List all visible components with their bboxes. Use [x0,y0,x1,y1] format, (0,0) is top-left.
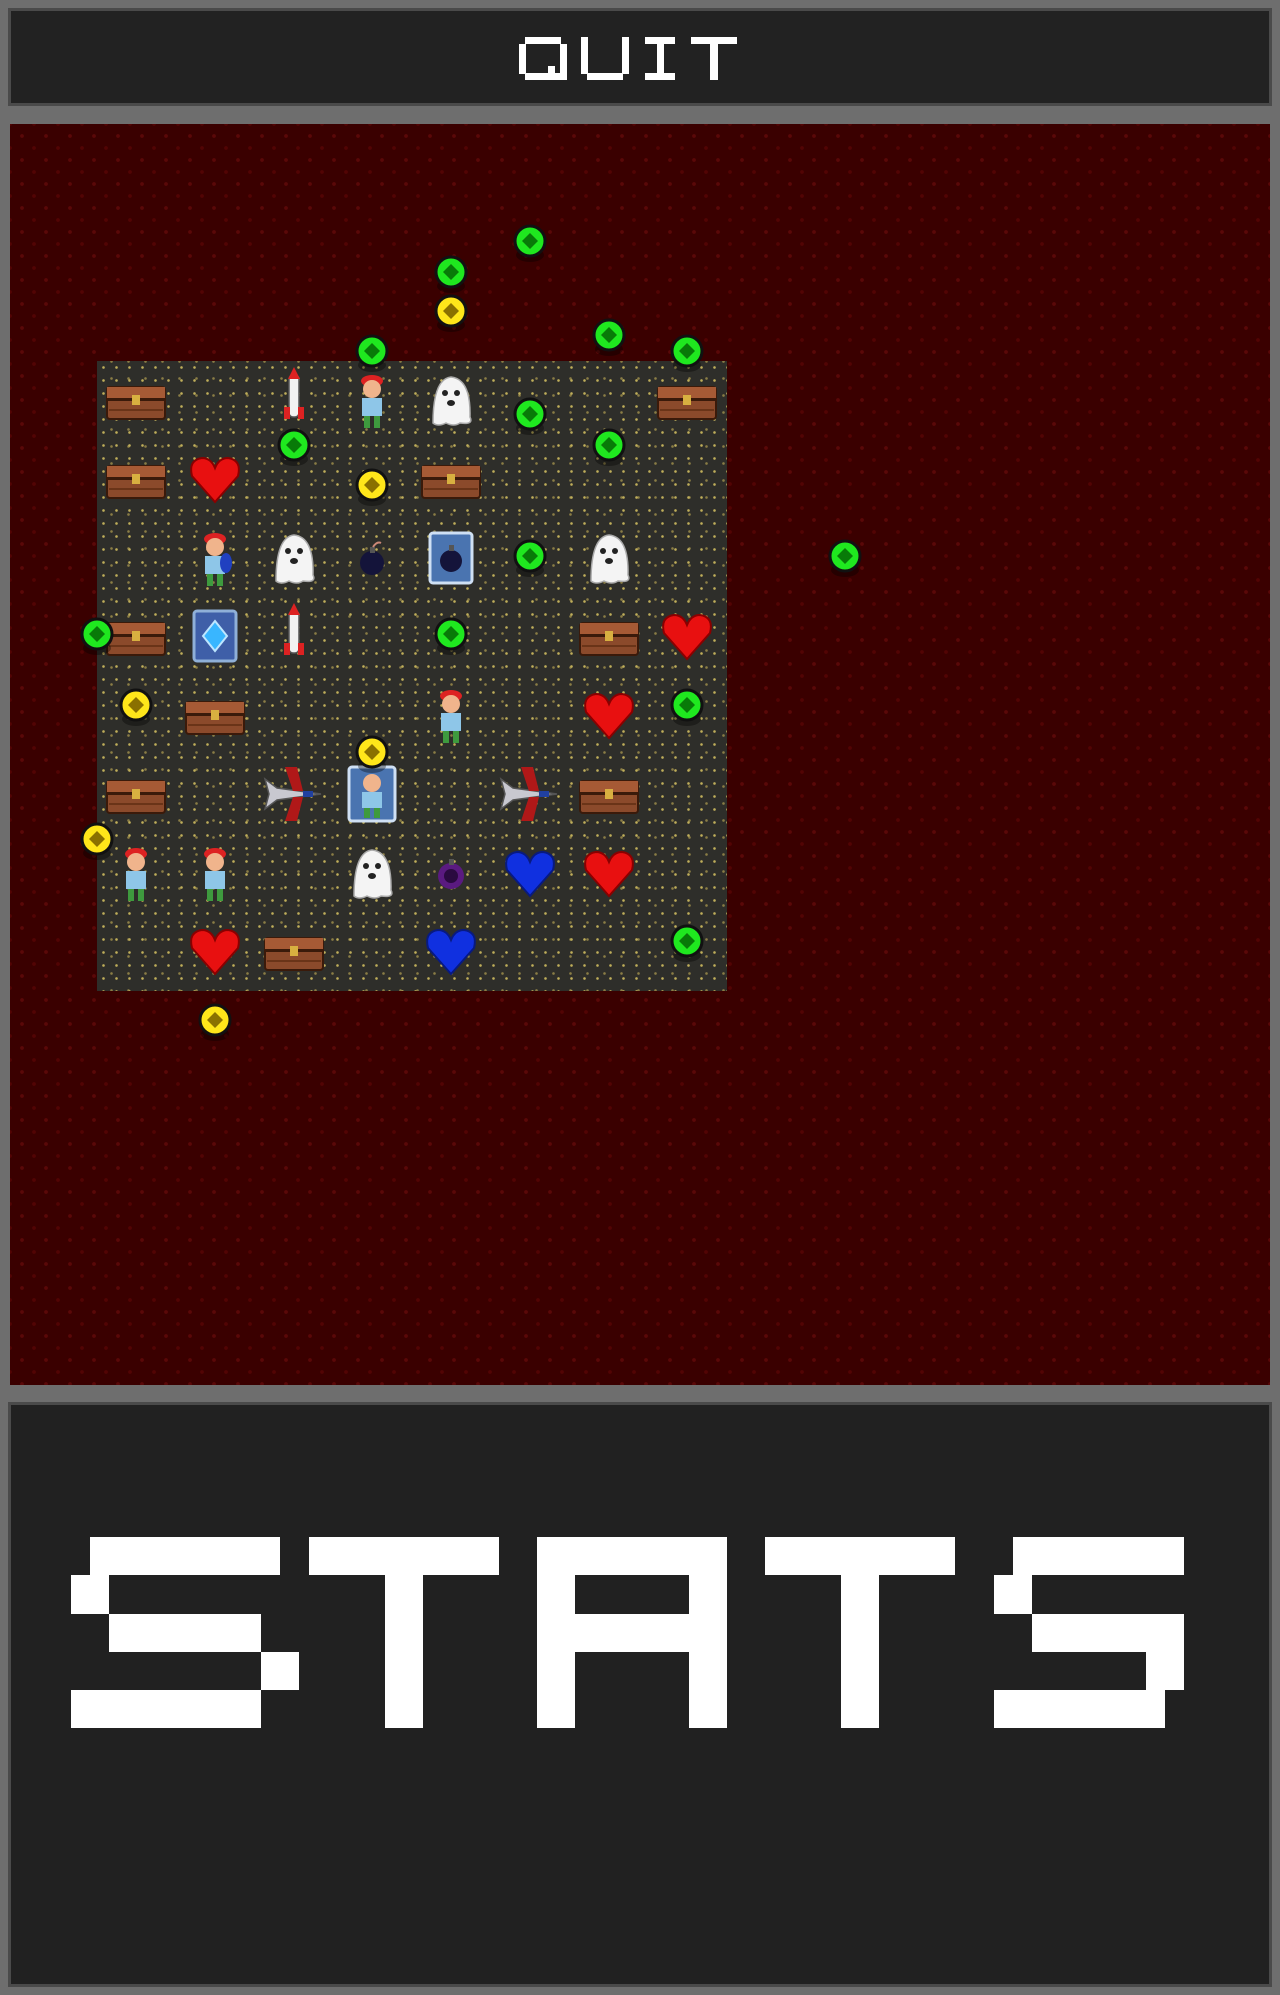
treasure-chest-icon[interactable] [652,365,722,435]
treasure-chest-icon[interactable] [259,916,329,986]
green-gem-icon[interactable] [508,221,552,265]
stats-pixel-lettering [71,1537,1184,1728]
green-gem-icon[interactable] [587,425,631,469]
ghost-icon[interactable] [416,365,486,435]
purple-bomb-icon[interactable] [416,838,486,908]
green-gem-icon[interactable] [665,685,709,729]
ghost-icon[interactable] [337,838,407,908]
yellow-gem-icon[interactable] [75,819,119,863]
green-gem-icon[interactable] [665,331,709,375]
treasure-chest-icon[interactable] [180,680,250,750]
red-cap-boy-icon[interactable] [180,838,250,908]
red-heart-icon[interactable] [574,838,644,908]
blue-gem-card-icon[interactable] [180,601,250,671]
red-heart-icon[interactable] [180,444,250,514]
green-gem-icon[interactable] [587,315,631,359]
blue-shield-boy-icon[interactable] [180,523,250,593]
yellow-gem-icon[interactable] [193,1000,237,1044]
green-gem-icon[interactable] [75,614,119,658]
bomb-card-icon[interactable] [416,523,486,593]
green-gem-icon[interactable] [350,331,394,375]
green-gem-icon[interactable] [508,536,552,580]
treasure-chest-icon[interactable] [574,601,644,671]
rocket-icon[interactable] [259,601,329,671]
play-area[interactable] [10,124,1270,1385]
yellow-gem-icon[interactable] [114,685,158,729]
red-heart-icon[interactable] [652,601,722,671]
green-gem-icon[interactable] [272,425,316,469]
quit-button[interactable]: QUIT [8,8,1272,106]
green-gem-icon[interactable] [823,536,867,580]
treasure-chest-icon[interactable] [416,444,486,514]
treasure-chest-icon[interactable] [101,444,171,514]
blue-heart-icon[interactable] [416,916,486,986]
ghost-icon[interactable] [259,523,329,593]
red-cap-boy-icon[interactable] [337,365,407,435]
treasure-chest-icon[interactable] [574,759,644,829]
bomb-icon[interactable] [337,523,407,593]
fighter-jet-icon[interactable] [259,759,329,829]
fighter-jet-icon[interactable] [495,759,565,829]
stats-panel[interactable]: STATS [8,1402,1272,1987]
yellow-gem-icon[interactable] [350,732,394,776]
treasure-chest-icon[interactable] [101,365,171,435]
blue-heart-icon[interactable] [495,838,565,908]
ghost-icon[interactable] [574,523,644,593]
green-gem-icon[interactable] [665,921,709,965]
green-gem-icon[interactable] [429,252,473,296]
red-heart-icon[interactable] [180,916,250,986]
green-gem-icon[interactable] [429,614,473,658]
quit-pixel-lettering [519,37,737,80]
green-gem-icon[interactable] [508,394,552,438]
game-board[interactable] [80,224,862,1042]
yellow-gem-icon[interactable] [350,465,394,509]
red-heart-icon[interactable] [574,680,644,750]
red-cap-boy-icon[interactable] [416,680,486,750]
yellow-gem-icon[interactable] [429,291,473,335]
